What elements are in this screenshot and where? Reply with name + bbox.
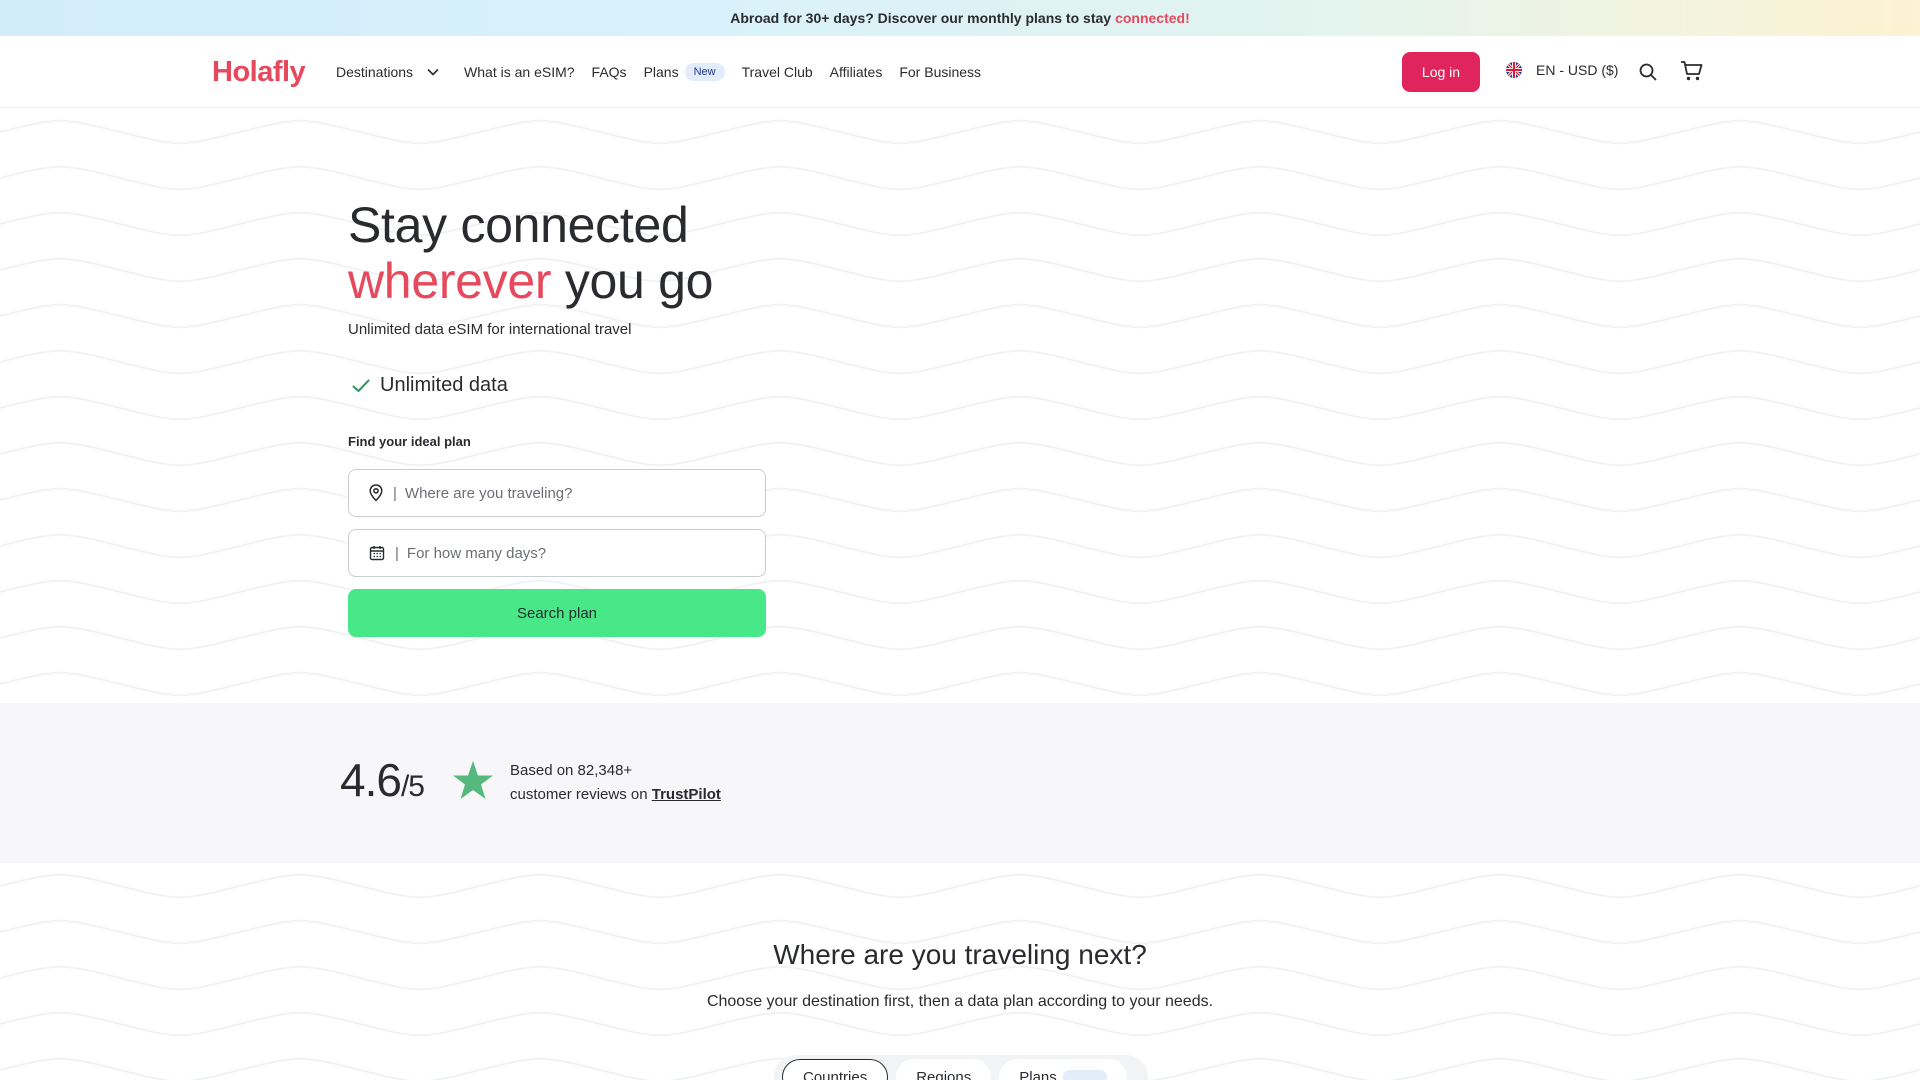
tab-regions-label: Regions: [916, 1068, 972, 1080]
destination-input[interactable]: | Where are you traveling?: [348, 469, 766, 517]
locale-selector[interactable]: EN - USD ($): [1506, 62, 1618, 78]
trustpilot-link[interactable]: TrustPilot: [652, 786, 721, 803]
main-nav: Destinations What is an eSIM? FAQs Plans…: [336, 36, 998, 108]
destinations-section: Where are you traveling next? Choose you…: [0, 863, 1920, 1080]
uk-flag-icon: [1506, 62, 1522, 78]
nav-for-business[interactable]: For Business: [899, 64, 981, 80]
wave-background: [0, 109, 1920, 703]
find-plan-label: Find your ideal plan: [348, 434, 471, 449]
announcement-bar[interactable]: Abroad for 30+ days? Discover our monthl…: [0, 0, 1920, 36]
hero-subtitle: Unlimited data eSIM for international tr…: [348, 321, 632, 338]
reviews-line2: customer reviews on TrustPilot: [510, 783, 721, 807]
tab-countries-label: Countries: [803, 1068, 868, 1080]
reviews-line2-text: customer reviews on: [510, 786, 648, 803]
nav-destinations[interactable]: Destinations: [336, 64, 447, 80]
feature-label: Unlimited data: [380, 374, 508, 396]
location-pin-icon: [369, 484, 383, 502]
rating-value: 4.6: [340, 754, 402, 806]
nav-what-is-esim-label: What is an eSIM?: [464, 64, 575, 80]
destinations-title: Where are you traveling next?: [773, 939, 1147, 970]
nav-destinations-label: Destinations: [336, 64, 414, 80]
cart-icon[interactable]: [1680, 60, 1703, 82]
tab-regions[interactable]: Regions: [896, 1059, 992, 1080]
star-icon: [452, 760, 494, 800]
nav-affiliates[interactable]: Affiliates: [830, 64, 883, 80]
days-input[interactable]: | For how many days?: [348, 529, 766, 577]
nav-what-is-esim[interactable]: What is an eSIM?: [464, 64, 575, 80]
nav-plans-label: Plans: [643, 64, 679, 80]
hero-section: Stay connected wherever you go Unlimited…: [0, 109, 1920, 703]
search-plan-button[interactable]: Search plan: [348, 589, 766, 637]
check-icon: [352, 379, 370, 393]
rating-section: 4.6/5 Based on 82,348+ customer reviews …: [0, 703, 1920, 863]
new-badge: New: [684, 63, 725, 81]
wave-background: [0, 863, 1920, 1080]
nav-travel-club-label: Travel Club: [741, 64, 813, 80]
rating-score: 4.6/5: [340, 753, 425, 807]
nav-faqs-label: FAQs: [591, 64, 627, 80]
tab-plans[interactable]: Plans: [999, 1059, 1127, 1080]
announcement-text: Abroad for 30+ days? Discover our monthl…: [730, 10, 1112, 26]
destinations-subtitle: Choose your destination first, then a da…: [706, 993, 1214, 1010]
rating-out-of: /5: [400, 770, 425, 803]
hero-title-highlight: wherever: [348, 253, 552, 309]
holafly-logo[interactable]: Holafly: [212, 56, 306, 89]
feature-unlimited-data: Unlimited data: [352, 374, 508, 397]
hero-title-line1: Stay connected: [348, 197, 689, 253]
search-icon[interactable]: [1639, 63, 1657, 81]
reviews-text: Based on 82,348+ customer reviews on Tru…: [510, 759, 721, 807]
hero-title: Stay connected wherever you go: [348, 197, 713, 309]
nav-plans[interactable]: Plans New: [644, 63, 725, 81]
login-button[interactable]: Log in: [1402, 52, 1480, 92]
days-placeholder: For how many days?: [406, 544, 547, 562]
nav-travel-club[interactable]: Travel Club: [742, 64, 813, 80]
destination-placeholder: Where are you traveling?: [404, 484, 573, 502]
tab-countries[interactable]: Countries: [782, 1059, 889, 1080]
field-separator: |: [393, 484, 397, 502]
nav-faqs[interactable]: FAQs: [592, 64, 627, 80]
field-separator: |: [395, 544, 399, 562]
nav-affiliates-label: Affiliates: [829, 64, 883, 80]
tab-plans-label: Plans: [1019, 1068, 1057, 1080]
calendar-icon: [369, 545, 385, 561]
site-header: Holafly Destinations What is an eSIM? FA…: [0, 36, 1920, 108]
destination-tabs: Countries Regions Plans: [774, 1055, 1148, 1080]
announcement-highlight[interactable]: connected!: [1115, 10, 1190, 26]
hero-title-rest: you go: [564, 253, 714, 309]
locale-label: EN - USD ($): [1536, 62, 1619, 78]
reviews-line1: Based on 82,348+: [510, 762, 633, 779]
tab-plans-badge: [1062, 1070, 1107, 1080]
chevron-down-icon: [427, 68, 439, 76]
hero-title-line2: wherever you go: [348, 253, 713, 309]
nav-for-business-label: For Business: [899, 64, 982, 80]
